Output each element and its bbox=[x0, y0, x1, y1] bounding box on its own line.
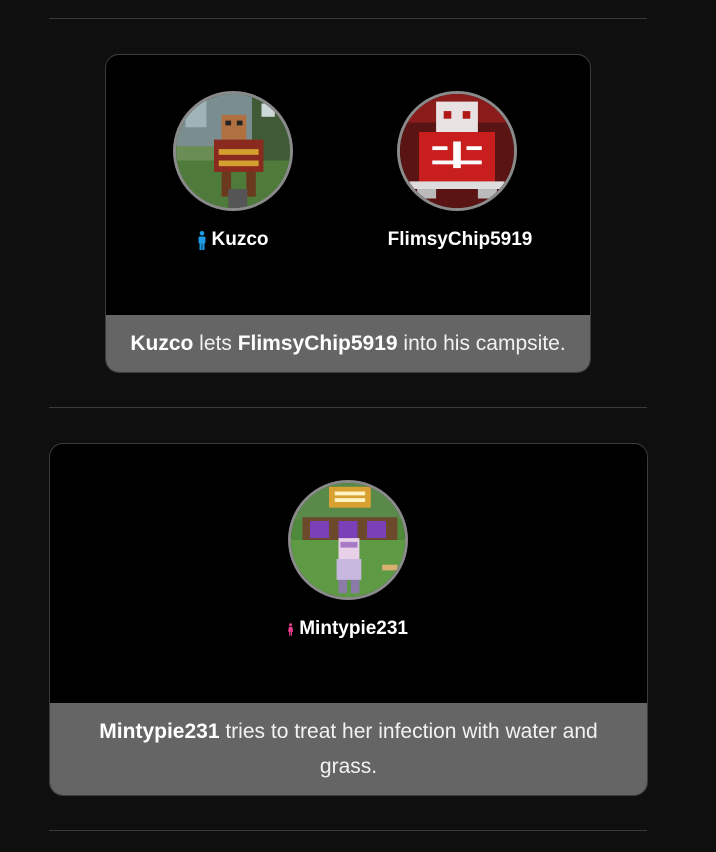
player-flimsychip: FlimsyChip5919 bbox=[388, 91, 533, 251]
player-name[interactable]: Kuzco bbox=[212, 229, 269, 251]
caption-text: tries to treat her infection with water … bbox=[219, 720, 598, 778]
event-card-campsite: Kuzco FlimsyChip5919 Kuzco lets FlimsyCh… bbox=[105, 54, 591, 373]
caption-player-name[interactable]: FlimsyChip5919 bbox=[238, 332, 398, 355]
event-caption: Kuzco lets FlimsyChip5919 into his camps… bbox=[106, 315, 590, 372]
avatar-image-flimsychip bbox=[400, 94, 514, 208]
player-mintypie: Mintypie231 bbox=[288, 480, 408, 640]
player-kuzco: Kuzco bbox=[173, 91, 293, 251]
caption-player-name[interactable]: Mintypie231 bbox=[99, 720, 219, 743]
player-name-row: FlimsyChip5919 bbox=[388, 229, 533, 251]
avatar-flimsychip bbox=[397, 91, 517, 211]
avatar-kuzco bbox=[173, 91, 293, 211]
player-name-row: Kuzco bbox=[173, 229, 293, 251]
event-caption: Mintypie231 tries to treat her infection… bbox=[50, 703, 647, 795]
female-icon bbox=[288, 622, 294, 636]
caption-player-name[interactable]: Kuzco bbox=[130, 332, 193, 355]
player-name[interactable]: FlimsyChip5919 bbox=[388, 229, 533, 251]
divider-bottom bbox=[49, 830, 647, 831]
avatar-image-kuzco bbox=[176, 94, 290, 208]
caption-text: lets bbox=[193, 332, 238, 355]
divider-top bbox=[49, 18, 647, 19]
event-card-infection: Mintypie231 Mintypie231 tries to treat h… bbox=[49, 443, 648, 796]
divider-middle bbox=[49, 407, 647, 408]
male-icon bbox=[198, 230, 205, 250]
player-name-row: Mintypie231 bbox=[288, 618, 408, 640]
avatar-image-mintypie bbox=[291, 483, 405, 597]
caption-text: into his campsite. bbox=[397, 332, 566, 355]
avatar-mintypie bbox=[288, 480, 408, 600]
player-name[interactable]: Mintypie231 bbox=[299, 618, 408, 640]
